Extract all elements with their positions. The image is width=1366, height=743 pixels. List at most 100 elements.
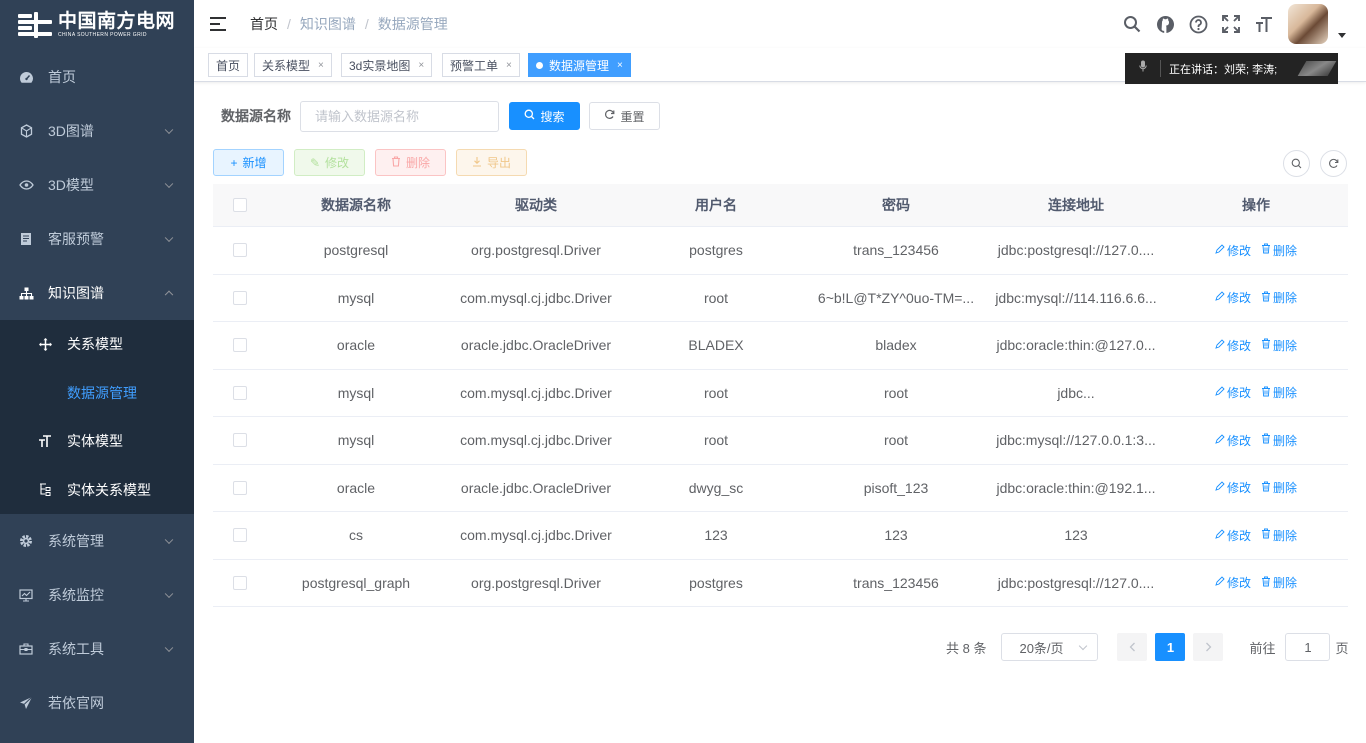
close-icon[interactable]: × (506, 60, 512, 71)
sidebar-item-entity-model[interactable]: 实体模型 (0, 417, 194, 466)
search-icon[interactable] (1121, 13, 1143, 35)
row-delete-button[interactable]: 删除 (1261, 337, 1297, 354)
url-cell: jdbc:mysql://114.116.6.6... (995, 289, 1157, 306)
row-edit-button[interactable]: 修改 (1215, 479, 1251, 496)
datasource-name-input[interactable] (300, 100, 499, 132)
sidebar-item-label: 若依官网 (48, 695, 104, 711)
row-delete-button[interactable]: 删除 (1261, 479, 1297, 496)
row-checkbox[interactable] (232, 385, 247, 400)
goto-page-input[interactable] (1285, 633, 1331, 661)
delete-button[interactable]: 删除 (375, 149, 446, 176)
row-edit-button[interactable]: 修改 (1215, 242, 1251, 259)
username-cell: postgres (689, 242, 743, 259)
caret-down-icon[interactable] (1338, 32, 1346, 38)
password-cell: trans_123456 (853, 242, 939, 259)
sidebar-item-knowledge-graph[interactable]: 知识图谱 (0, 266, 194, 320)
row-delete-button[interactable]: 删除 (1261, 242, 1297, 259)
sidebar-item-label: 实体关系模型 (67, 481, 151, 498)
chevron-up-icon (164, 290, 174, 300)
driver-class-cell: oracle.jdbc.OracleDriver (460, 337, 612, 354)
chevron-down-icon (164, 535, 174, 545)
chevron-down-icon (164, 589, 174, 599)
sidebar: 中国南方电网 CHINA SOUTHERN POWER GRID 首页 3D图谱… (0, 0, 194, 743)
tag-home[interactable]: 首页 (208, 53, 249, 77)
row-edit-label: 修改 (1226, 576, 1251, 591)
row-checkbox[interactable] (232, 338, 247, 353)
row-delete-button[interactable]: 删除 (1261, 289, 1297, 306)
sidebar-item-entity-relation-model[interactable]: 实体关系模型 (0, 466, 194, 515)
row-edit-button[interactable]: 修改 (1215, 337, 1251, 354)
sidebar-item-relation-model[interactable]: 关系模型 (0, 320, 194, 369)
tag-alert-order[interactable]: 预警工单 × (442, 53, 520, 77)
row-edit-button[interactable]: 修改 (1215, 574, 1251, 591)
close-icon[interactable]: × (318, 60, 324, 71)
sidebar-item-system-tools[interactable]: 系统工具 (0, 622, 194, 676)
export-button[interactable]: 导出 (456, 149, 527, 176)
github-icon[interactable] (1154, 13, 1176, 35)
search-button[interactable]: 搜索 (509, 102, 580, 130)
row-checkbox[interactable] (232, 243, 247, 258)
logo[interactable]: 中国南方电网 CHINA SOUTHERN POWER GRID (0, 0, 194, 50)
prev-page-button[interactable] (1117, 633, 1148, 661)
row-checkbox[interactable] (232, 433, 247, 448)
edit-icon (1215, 386, 1225, 399)
sidebar-item-ruoyi-website[interactable]: 若依官网 (0, 676, 194, 730)
tag-3d-map[interactable]: 3d实景地图 × (341, 53, 433, 77)
tree-icon (18, 285, 34, 301)
goto-suffix: 页 (1335, 640, 1349, 656)
row-edit-button[interactable]: 修改 (1215, 432, 1251, 449)
toggle-search-button[interactable] (1283, 150, 1310, 177)
fullscreen-icon[interactable] (1220, 13, 1242, 35)
help-icon[interactable] (1187, 13, 1209, 35)
breadcrumb-item[interactable]: 首页 (250, 14, 278, 34)
row-edit-button[interactable]: 修改 (1215, 527, 1251, 544)
sidebar-item-datasource[interactable]: 数据源管理 (0, 369, 194, 418)
font-size-icon[interactable] (1253, 13, 1275, 35)
avatar[interactable] (1288, 4, 1328, 44)
sidebar-item-label: 知识图谱 (48, 285, 104, 301)
hamburger-icon[interactable] (210, 17, 226, 31)
sidebar-item-home[interactable]: 首页 (0, 50, 194, 104)
sidebar-item-3d-model[interactable]: 3D模型 (0, 158, 194, 212)
sidebar-item-label: 首页 (48, 69, 76, 85)
logo-subtitle: CHINA SOUTHERN POWER GRID (58, 31, 147, 38)
chevron-down-icon (164, 125, 174, 135)
sidebar-item-system-monitor[interactable]: 系统监控 (0, 568, 194, 622)
row-edit-button[interactable]: 修改 (1215, 289, 1251, 306)
refresh-button[interactable] (1320, 150, 1347, 177)
row-delete-button[interactable]: 删除 (1261, 527, 1297, 544)
row-checkbox[interactable] (232, 290, 247, 305)
edit-icon (1215, 339, 1225, 352)
row-delete-button[interactable]: 删除 (1261, 574, 1297, 591)
tag-relation-model[interactable]: 关系模型 × (254, 53, 332, 77)
table-row: postgresql_graph org.postgresql.Driver pos… (213, 560, 1348, 607)
page-number-button[interactable]: 1 (1155, 633, 1186, 661)
row-edit-button[interactable]: 修改 (1215, 384, 1251, 401)
row-checkbox[interactable] (232, 480, 247, 495)
tag-datasource[interactable]: 数据源管理 × (528, 53, 631, 77)
row-checkbox[interactable] (232, 575, 247, 590)
select-all-checkbox[interactable] (232, 198, 247, 212)
add-button[interactable]: + 新增 (213, 149, 284, 176)
actions-cell: 修改 删除 (1166, 337, 1346, 354)
datasource-name-cell: postgresql_graph (301, 574, 411, 591)
sidebar-item-system-management[interactable]: 系统管理 (0, 514, 194, 568)
username-cell: root (703, 289, 729, 306)
microphone-icon[interactable] (1125, 60, 1161, 77)
close-icon[interactable]: × (617, 60, 623, 71)
close-icon[interactable]: × (418, 60, 424, 71)
page-size-select[interactable]: 20条/页 (1001, 633, 1099, 661)
dashboard-icon (18, 69, 34, 85)
sidebar-item-label: 系统监控 (48, 587, 104, 603)
edit-button[interactable]: ✎ 修改 (294, 149, 365, 176)
sidebar-item-label: 系统工具 (48, 641, 104, 657)
row-delete-button[interactable]: 删除 (1261, 432, 1297, 449)
row-delete-button[interactable]: 删除 (1261, 384, 1297, 401)
sidebar-item-service-alert[interactable]: 客服预警 (0, 212, 194, 266)
sidebar-item-3d-graph[interactable]: 3D图谱 (0, 104, 194, 158)
row-checkbox[interactable] (232, 528, 247, 543)
driver-class-cell: com.mysql.cj.jdbc.Driver (460, 527, 612, 544)
reset-button[interactable]: 重置 (589, 102, 660, 130)
next-page-button[interactable] (1193, 633, 1224, 661)
sidebar-item-label: 客服预警 (48, 231, 104, 247)
